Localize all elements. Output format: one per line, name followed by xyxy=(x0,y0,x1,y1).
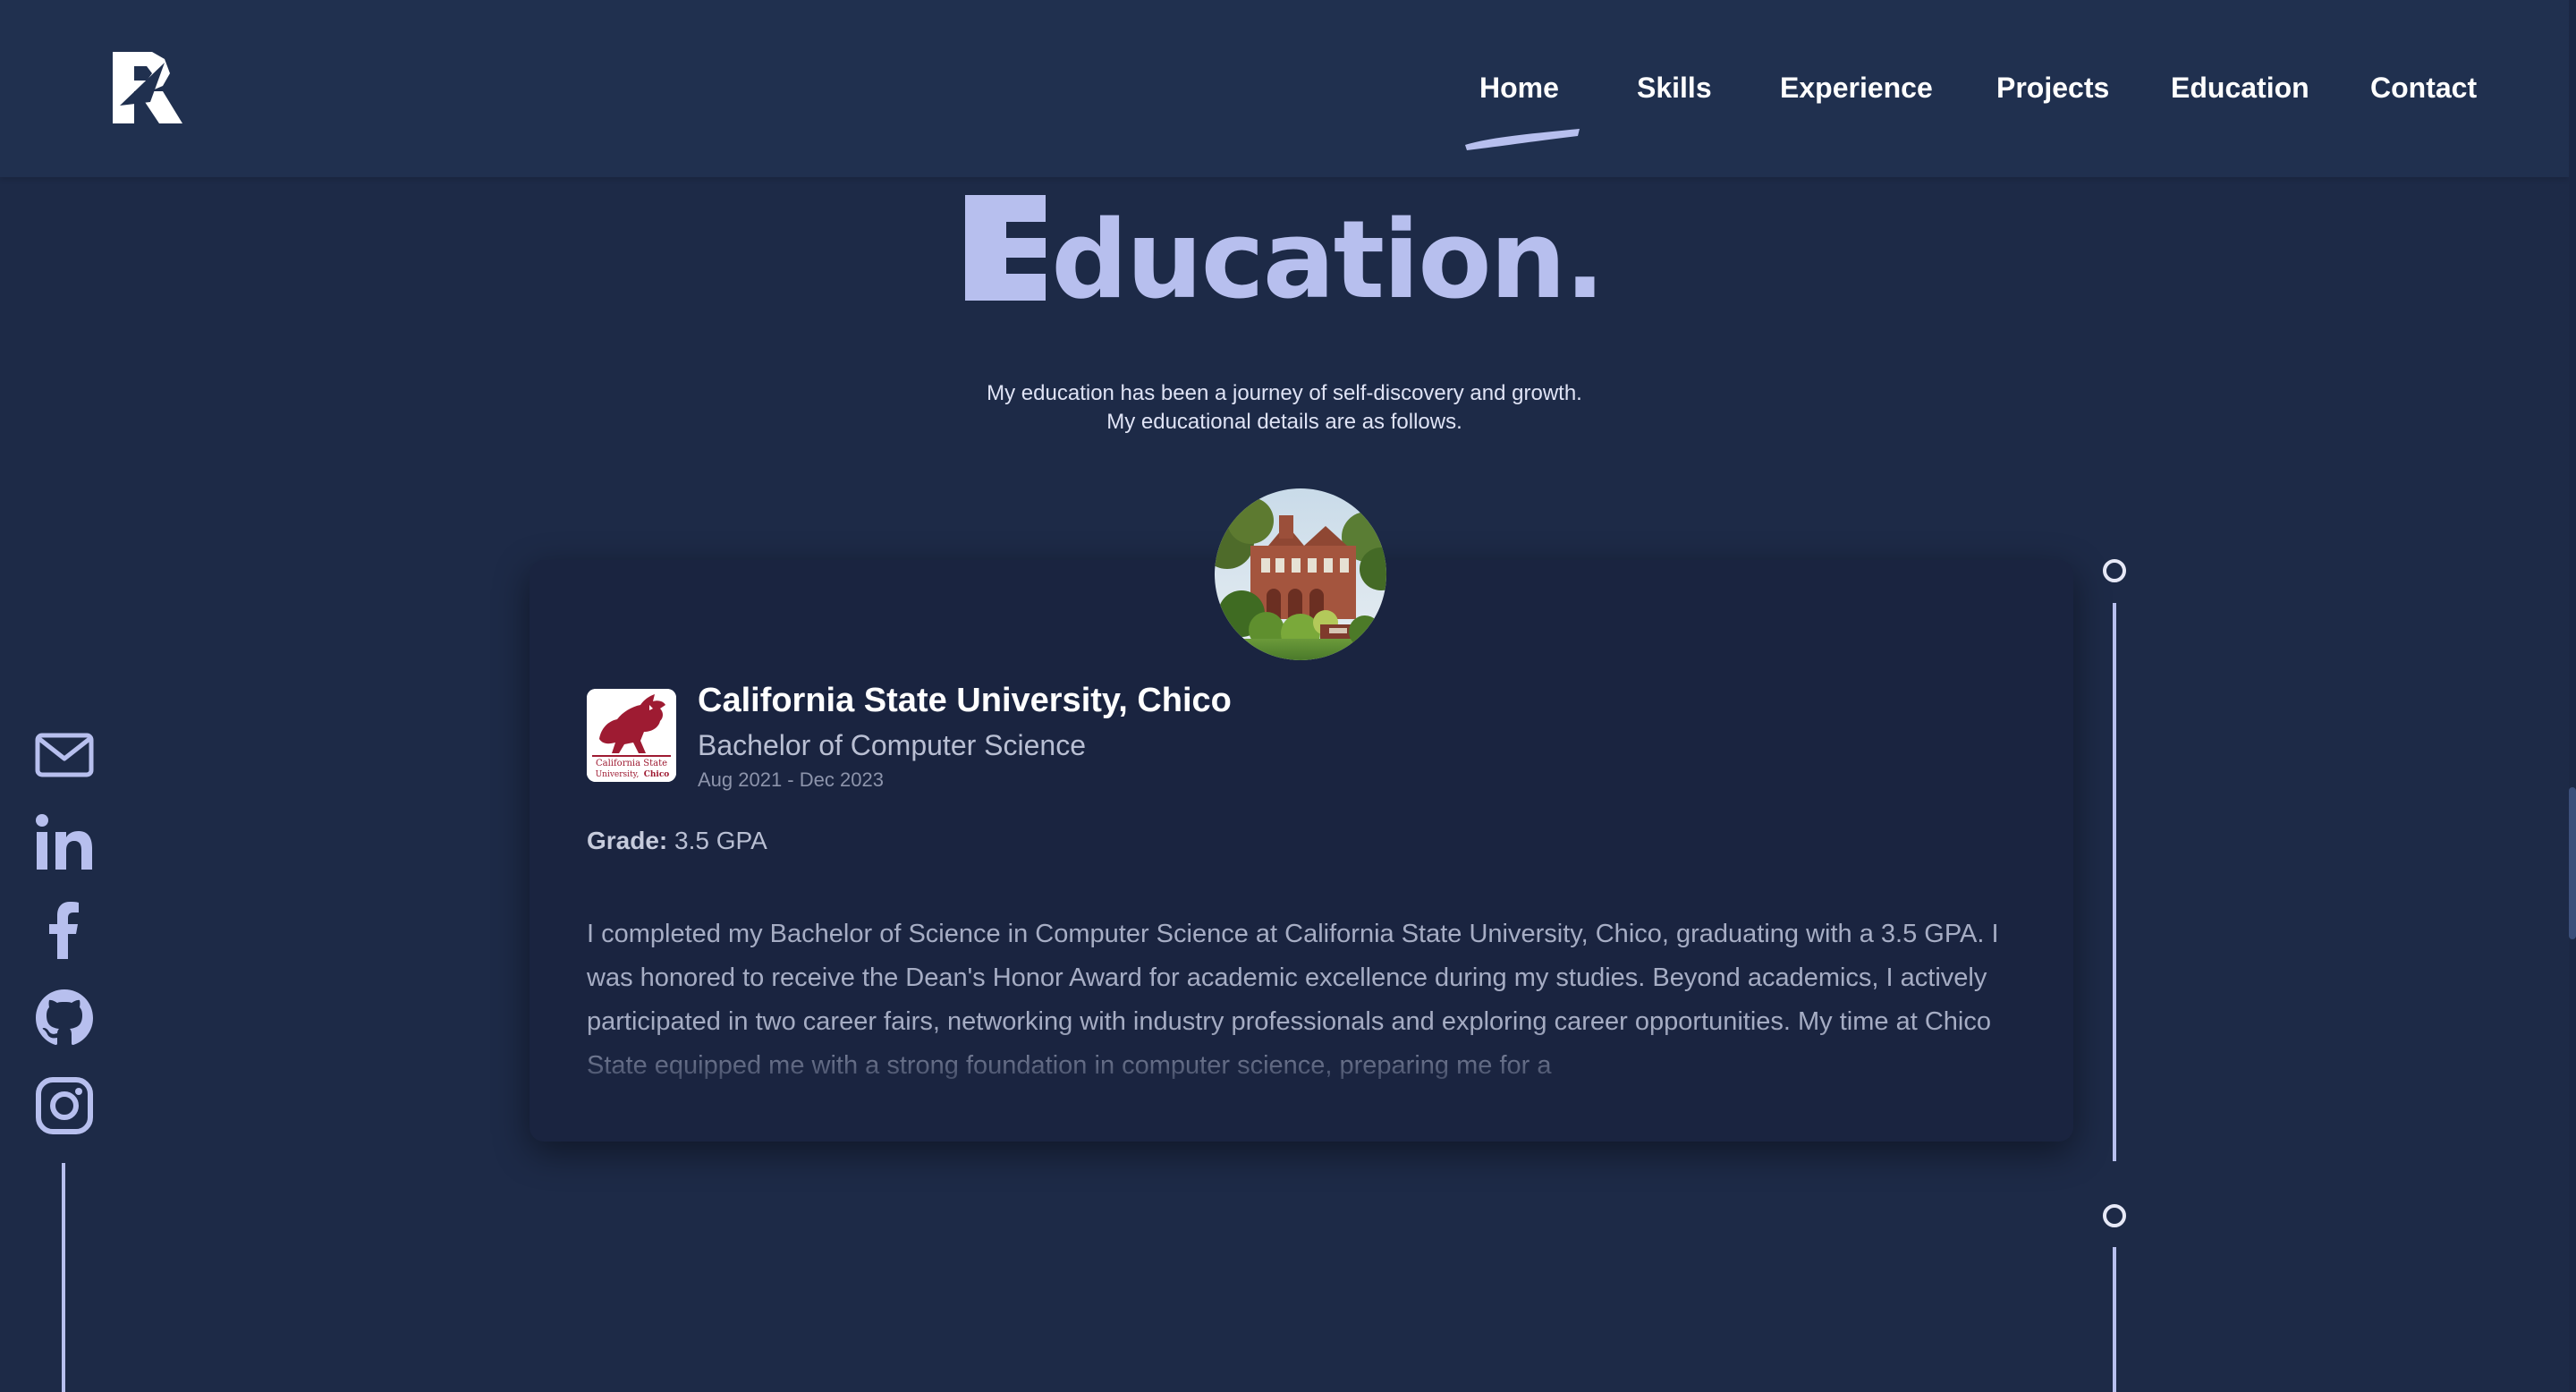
logo-text-line-3: Chico xyxy=(644,770,670,779)
campus-image xyxy=(1215,488,1386,660)
nav-home[interactable]: Home xyxy=(1479,64,1559,111)
nav-experience[interactable]: Experience xyxy=(1780,64,1933,111)
linkedin-icon[interactable] xyxy=(34,812,95,873)
section-subtitle: My education has been a journey of self-… xyxy=(0,379,2569,437)
scrollbar-thumb[interactable] xyxy=(2569,787,2576,939)
education-dates: Aug 2021 - Dec 2023 xyxy=(698,768,884,791)
nav-skills[interactable]: Skills xyxy=(1637,64,1712,111)
title-rest: ducation. xyxy=(1051,199,1605,323)
github-icon[interactable] xyxy=(34,988,95,1048)
nav-projects[interactable]: Projects xyxy=(1996,64,2109,111)
university-logo: California State University, Chico xyxy=(587,689,676,782)
active-nav-underline xyxy=(1465,129,1580,150)
section-title: ducation. xyxy=(0,195,2569,324)
logo-text-line-2: University, xyxy=(596,770,640,779)
mail-icon[interactable] xyxy=(34,725,95,785)
timeline-dot xyxy=(2103,559,2126,582)
education-description: I completed my Bachelor of Science in Co… xyxy=(587,920,1999,1080)
nav-contact[interactable]: Contact xyxy=(2370,64,2477,111)
subtitle-line-1: My education has been a journey of self-… xyxy=(987,381,1582,405)
site-logo[interactable] xyxy=(111,50,182,125)
timeline-line xyxy=(2113,1247,2116,1392)
facebook-icon[interactable] xyxy=(34,900,95,961)
campus-photo xyxy=(1215,488,1386,660)
school-name: California State University, Chico xyxy=(698,682,1232,719)
subtitle-line-2: My educational details are as follows. xyxy=(1106,410,1462,434)
title-initial-block xyxy=(965,195,1046,301)
grade-value: 3.5 GPA xyxy=(674,827,767,854)
timeline-dot xyxy=(2103,1204,2126,1227)
grade-label: Grade: xyxy=(587,827,668,854)
instagram-icon[interactable] xyxy=(34,1075,95,1136)
social-divider-line xyxy=(62,1163,65,1392)
grade-row: Grade: 3.5 GPA xyxy=(587,825,767,857)
nav-education[interactable]: Education xyxy=(2171,64,2309,111)
wildcat-icon: California State University, Chico xyxy=(587,689,676,782)
timeline-line xyxy=(2113,603,2116,1161)
logo-text-line-1: California State xyxy=(596,759,667,768)
scrollbar-track[interactable] xyxy=(2569,0,2576,1392)
degree-title: Bachelor of Computer Science xyxy=(698,729,1086,761)
